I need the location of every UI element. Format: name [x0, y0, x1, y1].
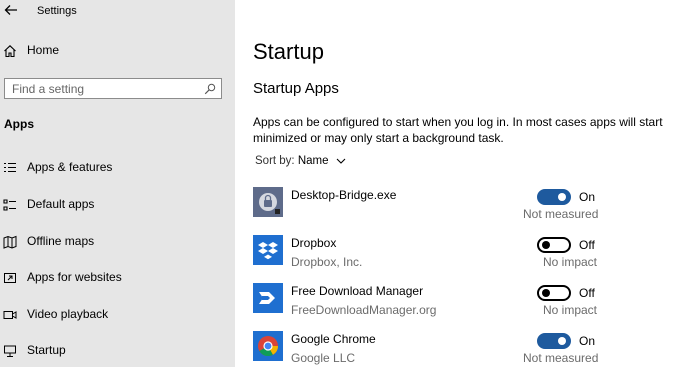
home-icon: [4, 45, 16, 58]
startup-icon: [4, 345, 16, 357]
toggle-state: On: [579, 190, 596, 204]
page-title: Startup: [253, 39, 324, 64]
startup-app-row: Desktop-Bridge.exe On Not measured: [253, 187, 673, 231]
toggle-knob: [558, 337, 566, 345]
startup-app-row: Dropbox Dropbox, Inc. Off No impact: [253, 235, 673, 279]
sort-value: Name: [297, 155, 329, 167]
sidebar-section-apps: Apps: [4, 117, 34, 131]
app-publisher: Google LLC: [291, 351, 356, 365]
startup-toggle[interactable]: [537, 285, 571, 301]
search-input[interactable]: Find a setting: [4, 78, 222, 99]
toggle-knob: [558, 193, 566, 201]
sidebar-item-label: Default apps: [27, 197, 95, 211]
back-arrow-icon[interactable]: [4, 3, 18, 17]
sidebar-item-apps-for-websites[interactable]: Apps for websites: [0, 264, 235, 294]
startup-impact: No impact: [543, 303, 598, 317]
video-icon: [3, 311, 17, 319]
default-apps-icon: [3, 199, 16, 211]
sidebar-item-default-apps[interactable]: Default apps: [0, 191, 235, 221]
sidebar-item-label: Apps for websites: [27, 270, 122, 284]
startup-impact: Not measured: [523, 351, 599, 365]
main-content: Startup Startup Apps Apps can be configu…: [235, 0, 687, 367]
sidebar-item-home[interactable]: Home: [0, 37, 235, 67]
app-name: Dropbox: [291, 236, 337, 250]
app-name: Free Download Manager: [291, 284, 424, 298]
sidebar-item-apps-features[interactable]: Apps & features: [0, 154, 235, 184]
startup-impact: No impact: [543, 255, 598, 269]
sidebar-item-label: Startup: [27, 343, 66, 357]
toggle-state: Off: [579, 238, 595, 252]
external-link-icon: [4, 273, 16, 283]
startup-app-row: Free Download Manager FreeDownloadManage…: [253, 283, 673, 327]
app-publisher: Dropbox, Inc.: [291, 255, 363, 269]
startup-toggle[interactable]: [537, 189, 571, 205]
description: Apps can be configured to start when you…: [253, 115, 663, 145]
sidebar-item-startup[interactable]: Startup: [0, 337, 235, 367]
startup-toggle[interactable]: [537, 333, 571, 349]
section-title: Startup Apps: [253, 80, 339, 97]
sort-label: Sort by:: [255, 155, 295, 167]
toggle-knob: [542, 289, 550, 297]
toggle-knob: [542, 241, 550, 249]
app-name: Google Chrome: [291, 332, 376, 346]
dropbox-icon: [253, 235, 283, 265]
search-icon[interactable]: [204, 83, 216, 95]
window-title: Settings: [37, 5, 77, 17]
sidebar-item-label: Apps & features: [27, 160, 113, 174]
toggle-state: On: [579, 334, 596, 348]
app-publisher: FreeDownloadManager.org: [291, 303, 437, 317]
startup-app-row: Google Chrome Google LLC On Not measured: [253, 331, 673, 375]
sidebar: Settings Home Find a setting Apps Apps &…: [0, 0, 235, 367]
desktop-bridge-icon: [253, 187, 283, 217]
search-placeholder: Find a setting: [12, 82, 85, 96]
sidebar-item-label: Video playback: [27, 307, 109, 321]
sidebar-item-label: Offline maps: [27, 234, 95, 248]
startup-impact: Not measured: [523, 207, 599, 221]
sidebar-item-video-playback[interactable]: Video playback: [0, 301, 235, 331]
sidebar-item-home-label: Home: [27, 43, 60, 57]
sidebar-item-offline-maps[interactable]: Offline maps: [0, 228, 235, 258]
list-icon: [4, 162, 16, 173]
map-icon: [3, 235, 17, 249]
startup-toggle[interactable]: [537, 237, 571, 253]
chevron-down-icon: [336, 158, 346, 164]
app-name: Desktop-Bridge.exe: [291, 188, 397, 202]
chrome-icon: [253, 331, 283, 361]
fdm-icon: [253, 283, 283, 313]
sort-dropdown[interactable]: Sort by: Name: [255, 155, 346, 167]
toggle-state: Off: [579, 286, 595, 300]
